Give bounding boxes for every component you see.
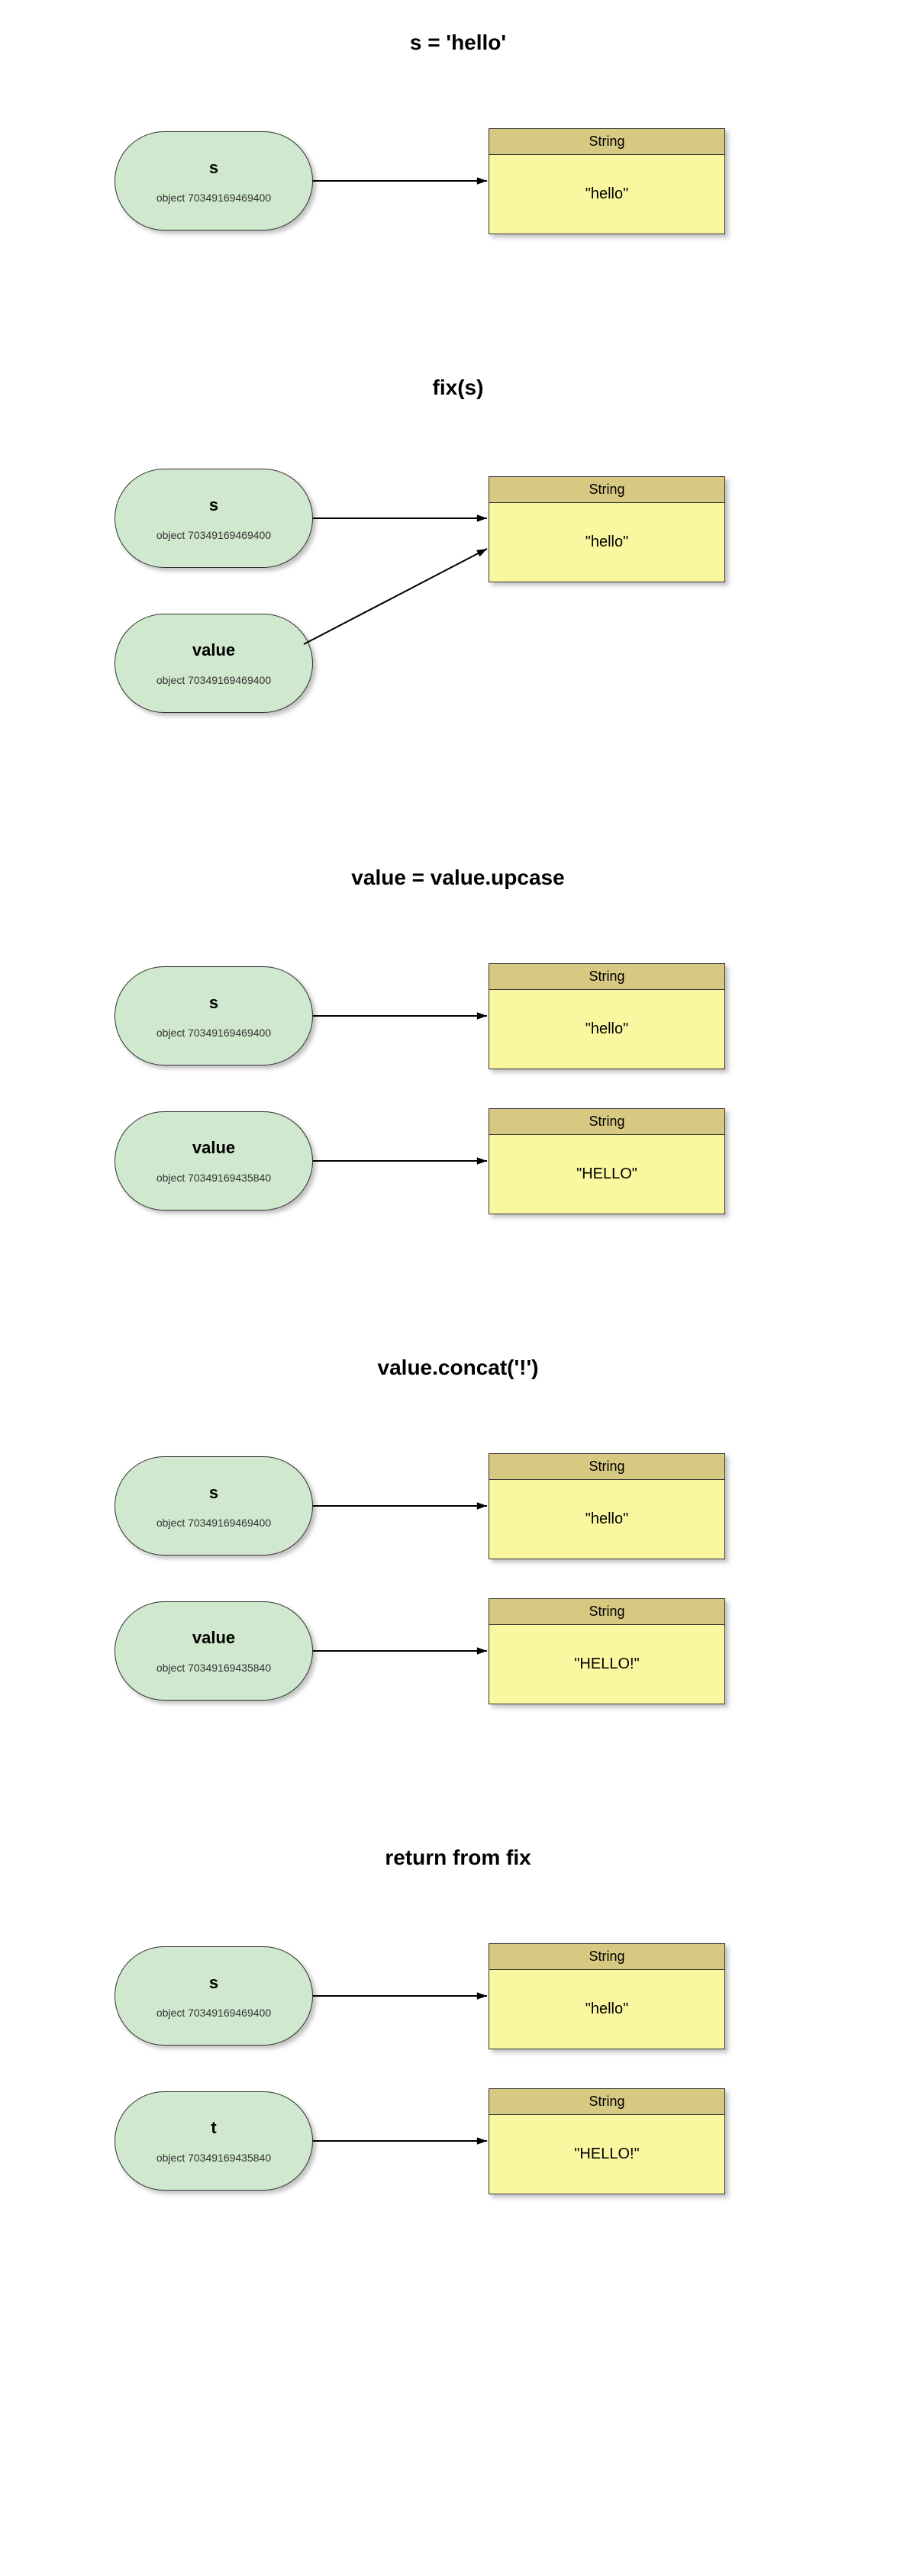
variable-name: s (209, 1483, 218, 1503)
variable-object-id: object 70349169469400 (156, 674, 271, 686)
object-box: String"hello" (489, 1943, 725, 2049)
object-type-label: String (489, 129, 724, 155)
variable-object-id: object 70349169469400 (156, 2007, 271, 2019)
variable-node: s object 70349169469400 (114, 469, 313, 568)
variable-name: t (211, 2118, 216, 2138)
object-box: String"hello" (489, 963, 725, 1069)
object-value: "HELLO" (489, 1135, 724, 1214)
variable-name: s (209, 158, 218, 178)
object-type-label: String (489, 1599, 724, 1625)
object-box: String"HELLO!" (489, 1598, 725, 1704)
object-type-label: String (489, 2089, 724, 2115)
object-box: String"hello" (489, 1453, 725, 1559)
object-value: "HELLO!" (489, 2115, 724, 2194)
variable-object-id: object 70349169435840 (156, 1662, 271, 1674)
variable-node: value object 70349169435840 (114, 1601, 313, 1701)
variable-object-id: object 70349169469400 (156, 529, 271, 541)
variable-node: s object 70349169469400 (114, 131, 313, 231)
diagram-section: value = value.upcase s object 703491694694… (0, 866, 916, 1218)
object-value: "hello" (489, 990, 724, 1069)
object-box: String"HELLO!" (489, 2088, 725, 2194)
variable-name: value (192, 1628, 235, 1648)
variable-node: value object 70349169435840 (114, 1111, 313, 1211)
variable-name: s (209, 1973, 218, 1993)
diagram-section: value.concat('!') s object 70349169469400 S… (0, 1356, 916, 1708)
variable-name: value (192, 1138, 235, 1158)
variable-node: s object 70349169469400 (114, 966, 313, 1066)
diagram-section: fix(s) s object 70349169469400 value object … (0, 376, 916, 728)
variable-name: value (192, 640, 235, 660)
variable-object-id: object 70349169469400 (156, 1517, 271, 1529)
object-value: "hello" (489, 503, 724, 582)
object-value: "hello" (489, 1970, 724, 2049)
object-value: "hello" (489, 1480, 724, 1559)
variable-object-id: object 70349169469400 (156, 1027, 271, 1039)
object-type-label: String (489, 1109, 724, 1135)
variable-node: value object 70349169469400 (114, 614, 313, 713)
variable-object-id: object 70349169435840 (156, 2152, 271, 2164)
variable-object-id: object 70349169469400 (156, 192, 271, 204)
object-value: "HELLO!" (489, 1625, 724, 1704)
section-title: value.concat('!') (0, 1356, 916, 1380)
diagram-section: return from fix s object 70349169469400 Str… (0, 1846, 916, 2198)
variable-node: s object 70349169469400 (114, 1456, 313, 1556)
variable-name: s (209, 993, 218, 1013)
object-type-label: String (489, 964, 724, 990)
variable-name: s (209, 495, 218, 515)
object-type-label: String (489, 477, 724, 503)
object-box: String"hello" (489, 476, 725, 582)
variable-node: t object 70349169435840 (114, 2091, 313, 2191)
object-box: String"hello" (489, 128, 725, 234)
section-title: value = value.upcase (0, 866, 916, 890)
object-type-label: String (489, 1454, 724, 1480)
variable-node: s object 70349169469400 (114, 1946, 313, 2046)
section-title: fix(s) (0, 376, 916, 400)
section-title: return from fix (0, 1846, 916, 1870)
variable-object-id: object 70349169435840 (156, 1172, 271, 1184)
object-box: String"HELLO" (489, 1108, 725, 1214)
object-type-label: String (489, 1944, 724, 1970)
diagram-section: s = 'hello' s object 70349169469400 String"… (0, 31, 916, 238)
section-title: s = 'hello' (0, 31, 916, 55)
object-value: "hello" (489, 155, 724, 234)
